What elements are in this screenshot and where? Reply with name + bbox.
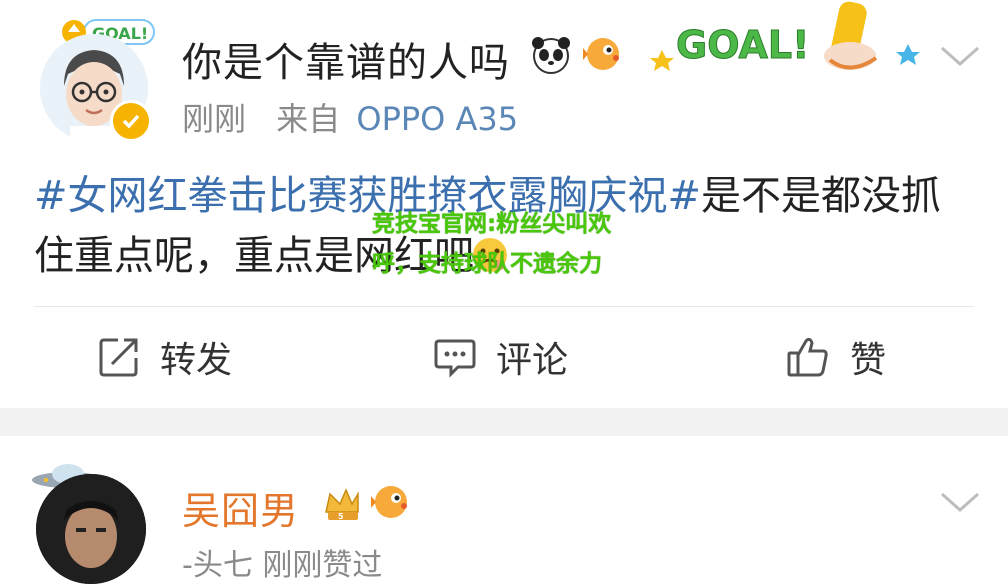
repost-label: 转发: [160, 340, 233, 381]
post-card: GOAL! 你是个靠谱的人吗 GOAL! 刚刚 来自 OPPO A35 #女网红…: [0, 0, 1008, 408]
commenter-name[interactable]: 吴囧男: [182, 480, 299, 535]
post-meta: 刚刚 来自 OPPO A35: [182, 94, 518, 140]
comment-card: 吴囧男 5 -头七 刚刚赞过: [0, 436, 1008, 584]
verified-badge-icon: [110, 100, 152, 142]
panda-icon: [532, 37, 570, 74]
post-divider: [34, 306, 974, 307]
post-author-name[interactable]: 你是个靠谱的人吗: [182, 30, 510, 88]
pufferfish-icon: [583, 38, 619, 70]
promo-overlay-text: 竞技宝官网:粉丝尖叫欢呼，支持球队不遗余力: [372, 211, 612, 277]
thumbs-up-icon: [787, 337, 828, 377]
pufferfish-icon: [371, 486, 407, 518]
chevron-down-icon[interactable]: [938, 488, 982, 516]
comment-label: 评论: [496, 340, 569, 381]
crown-level-badge-icon: 5: [325, 488, 359, 521]
svg-text:5: 5: [338, 512, 344, 521]
comment-meta: -头七 刚刚赞过: [182, 548, 383, 583]
chevron-down-icon[interactable]: [938, 42, 982, 70]
section-gap: [0, 408, 1008, 436]
source-device[interactable]: OPPO A35: [356, 100, 518, 138]
repost-button[interactable]: 转发: [98, 330, 232, 384]
like-button[interactable]: 赞: [786, 330, 886, 384]
source-prefix: 来自: [276, 100, 341, 138]
like-label: 赞: [850, 340, 887, 381]
goal-text: GOAL!: [676, 23, 809, 67]
author-avatar[interactable]: GOAL!: [34, 14, 160, 142]
post-time: 刚刚: [182, 100, 247, 138]
repost-icon: [99, 338, 138, 377]
comment-button[interactable]: 评论: [434, 330, 568, 384]
commenter-avatar[interactable]: [36, 474, 146, 584]
goal-banner-icon: GOAL!: [650, 1, 920, 71]
comment-icon: [434, 339, 476, 378]
